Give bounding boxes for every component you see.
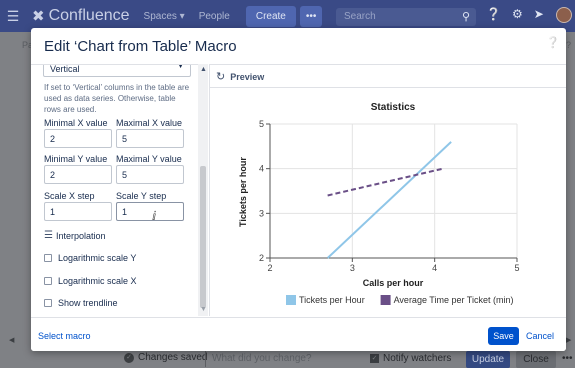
more-options-icon[interactable]: ••• — [562, 353, 573, 364]
refresh-icon[interactable]: ↻ — [216, 70, 225, 83]
y-tick-label: 4 — [259, 164, 264, 174]
cancel-button[interactable]: Cancel — [526, 331, 554, 341]
min-y-label: Minimal Y value — [44, 154, 108, 164]
changes-saved-status: ✓ Changes saved — [124, 352, 208, 363]
parameters-panel: Vertical ▼ If set to ‘Vertical’ columns i… — [31, 64, 208, 316]
line-chart: Statistics 2 3 4 5 2 3 4 5 Calls per hour Tickets … — [238, 102, 520, 305]
checkbox-icon — [44, 299, 52, 307]
check-icon: ✓ — [124, 352, 134, 363]
help-icon[interactable]: ❔ — [486, 7, 501, 21]
interpolation-toggle[interactable]: ☰ Interpolation — [44, 230, 106, 241]
confluence-logo[interactable]: ✖ Confluence — [32, 7, 130, 25]
right-arrow-icon: ▶ — [566, 337, 572, 344]
create-button[interactable]: Create — [245, 5, 296, 27]
save-button[interactable]: Save — [488, 327, 519, 345]
log-scale-x-checkbox[interactable]: Logarithmic scale X — [44, 276, 137, 286]
max-x-label: Maximal X value — [116, 118, 183, 128]
series-line-1 — [326, 141, 452, 259]
brand-name: Confluence — [48, 7, 130, 24]
y-tick-label: 3 — [259, 208, 264, 218]
legend-swatch-2 — [380, 295, 391, 305]
nav-people[interactable]: People — [199, 11, 230, 22]
series-line-2 — [327, 167, 444, 197]
orientation-help-text: If set to ‘Vertical’ columns in the tabl… — [44, 83, 190, 114]
dropdown-arrow-icon: ▼ — [177, 64, 184, 70]
x-tick-label: 4 — [432, 263, 437, 273]
x-tick-label: 5 — [514, 263, 519, 273]
legend-swatch-1 — [286, 295, 296, 305]
log-scale-y-checkbox[interactable]: Logarithmic scale Y — [44, 253, 136, 263]
min-x-input[interactable]: 2 — [44, 129, 112, 148]
dialog-title: Edit ‘Chart from Table’ Macro — [44, 38, 237, 55]
x-axis-label: Calls per hour — [363, 278, 424, 288]
dialog-footer: Select macro Save Cancel — [31, 317, 566, 351]
scale-y-label: Scale Y step — [116, 191, 167, 201]
y-axis-label: Tickets per hour — [238, 157, 248, 227]
macro-dialog: Edit ‘Chart from Table’ Macro ❔ Vertical… — [31, 28, 566, 351]
show-trendline-checkbox[interactable]: Show trendline — [44, 298, 118, 308]
text-cursor-icon: ⅈ — [152, 209, 157, 223]
close-button[interactable]: Close — [516, 351, 556, 368]
change-comment-input[interactable]: What did you change? — [205, 351, 360, 367]
nav-spaces[interactable]: Spaces ▾ — [144, 11, 185, 22]
help-icon[interactable]: ❔ — [546, 36, 560, 49]
create-more-button[interactable]: ••• — [299, 5, 323, 27]
min-x-label: Minimal X value — [44, 118, 108, 128]
scale-x-label: Scale X step — [44, 191, 95, 201]
max-x-input[interactable]: 5 — [116, 129, 184, 148]
y-tick-label: 2 — [259, 253, 264, 263]
notification-icon[interactable]: ➤ — [534, 7, 544, 21]
user-avatar[interactable] — [556, 7, 572, 23]
legend-label-2: Average Time per Ticket (min) — [394, 295, 514, 305]
x-tick-label: 2 — [267, 263, 272, 273]
divider — [210, 87, 566, 88]
preview-header: ↻ Preview — [216, 70, 265, 83]
help-fragment: ? — [566, 40, 572, 50]
list-icon: ☰ — [44, 230, 53, 241]
scale-y-input[interactable]: 1 — [116, 202, 184, 221]
scale-x-input[interactable]: 1 — [44, 202, 112, 221]
scroll-up-icon[interactable]: ▲ — [200, 66, 207, 73]
max-y-label: Maximal Y value — [116, 154, 182, 164]
checkbox-icon — [44, 277, 52, 285]
max-y-input[interactable]: 5 — [116, 165, 184, 184]
y-tick-label: 5 — [259, 119, 264, 129]
scrollbar-thumb[interactable] — [200, 166, 206, 308]
hamburger-menu-icon[interactable]: ☰ — [0, 8, 26, 25]
confluence-x-icon: ✖ — [32, 8, 45, 25]
left-arrow-icon: ◀ — [9, 337, 15, 344]
checkbox-checked-icon: ✓ — [370, 354, 379, 363]
checkbox-icon — [44, 254, 52, 262]
search-icon: ⚲ — [461, 11, 470, 23]
update-button[interactable]: Update — [466, 351, 510, 368]
legend-label-1: Tickets per Hour — [299, 295, 365, 305]
chart-title: Statistics — [371, 102, 416, 113]
x-tick-label: 3 — [350, 263, 355, 273]
notify-watchers-checkbox[interactable]: ✓ Notify watchers — [370, 353, 451, 364]
min-y-input[interactable]: 2 — [44, 165, 112, 184]
select-macro-link[interactable]: Select macro — [38, 331, 91, 341]
chevron-down-icon: ▾ — [179, 10, 185, 22]
search-input[interactable]: Search ⚲ — [336, 8, 476, 26]
top-icons: ❔ ⚙ ➤ — [486, 7, 544, 21]
orientation-select[interactable]: Vertical ▼ — [43, 64, 191, 77]
gear-icon[interactable]: ⚙ — [512, 7, 523, 21]
scroll-down-icon[interactable]: ▼ — [200, 306, 207, 313]
